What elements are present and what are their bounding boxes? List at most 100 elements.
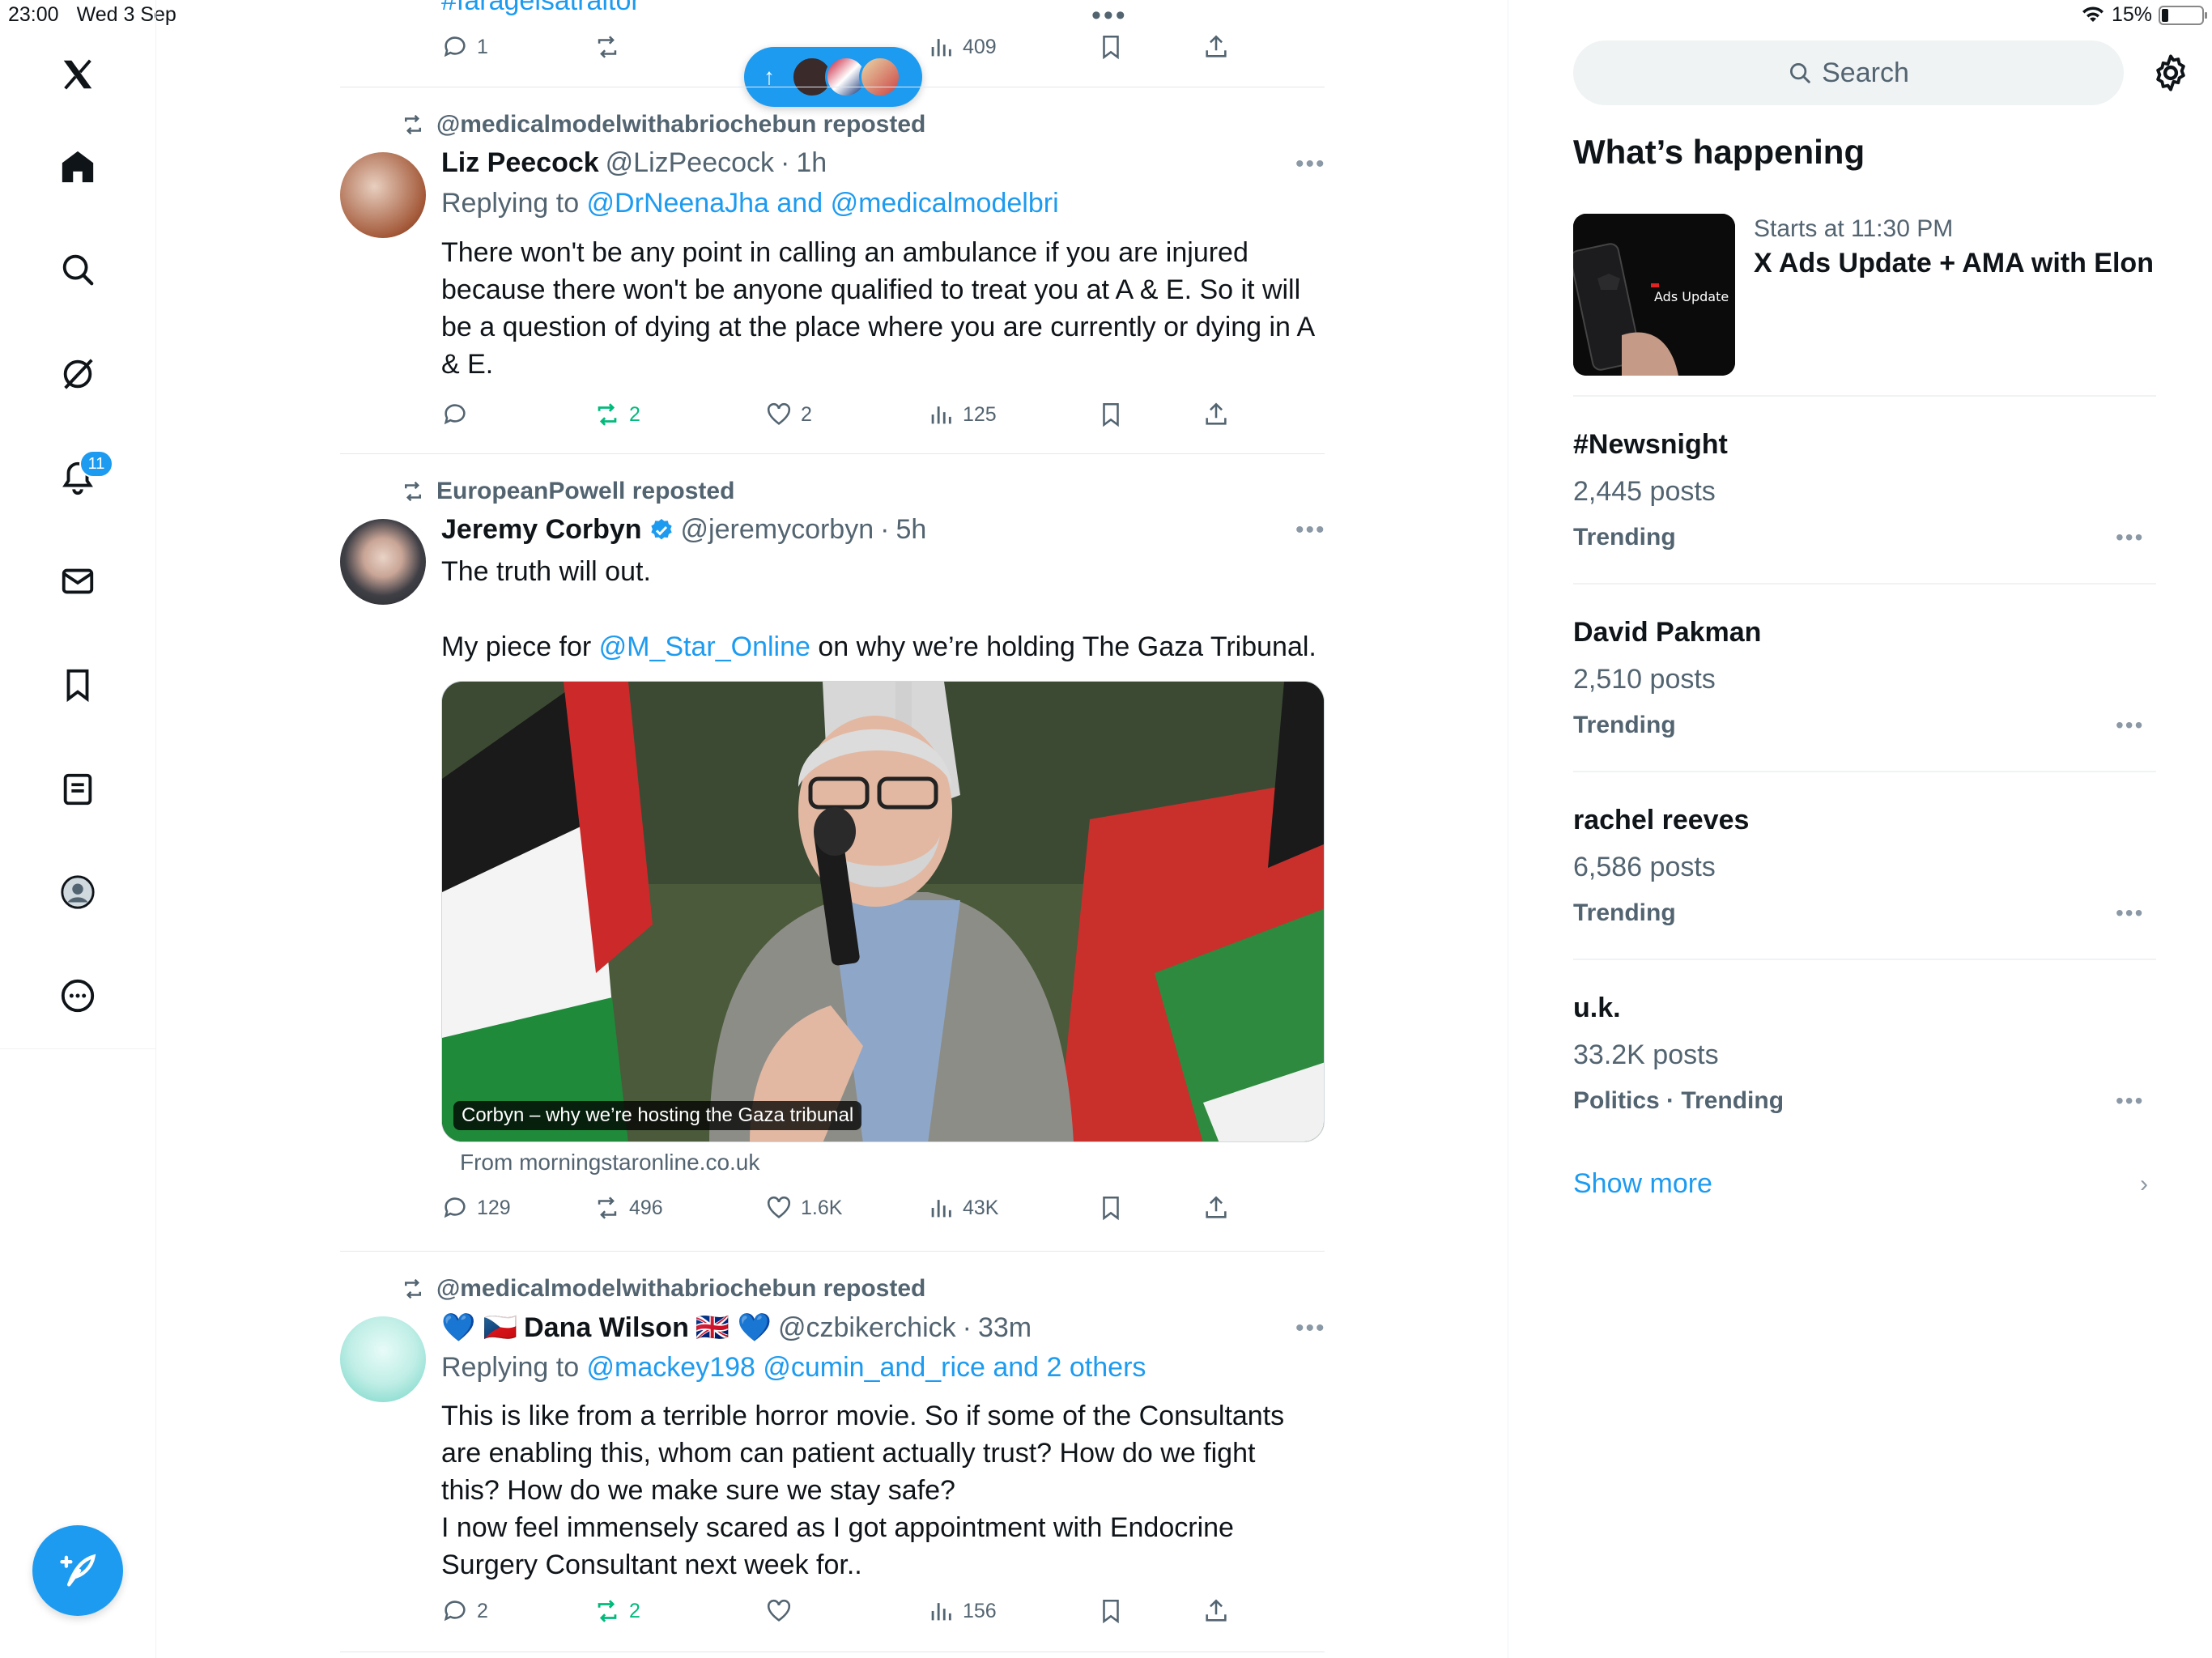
trend-category: Politics · Trending — [1573, 1087, 1784, 1114]
reply-button[interactable]: 2 — [441, 1593, 488, 1629]
card-source[interactable]: From morningstaronline.co.uk — [460, 1150, 759, 1175]
trend-more-dots-icon[interactable]: ••• — [2116, 712, 2144, 738]
replying-to-links[interactable]: @mackey198 @cumin_and_rice and 2 others — [587, 1352, 1146, 1383]
views-chart-icon — [931, 1200, 951, 1218]
repost-attribution: @medicalmodelwithabriochebun reposted — [401, 1275, 925, 1303]
author-handle[interactable]: @jeremycorbyn — [681, 514, 874, 546]
avatar[interactable] — [340, 152, 426, 238]
trend-category: Trending — [1573, 524, 1676, 551]
post-time: 1h — [796, 147, 827, 178]
text-post: on why we’re holding The Gaza Tribunal. — [810, 631, 1317, 662]
right-sidebar: Search What’s happening Ads Update Start… — [1508, 0, 2212, 1658]
trend-count: 2,510 posts — [1573, 664, 1716, 695]
reply-count: 129 — [477, 1196, 511, 1219]
link-card-image[interactable]: Corbyn – why we’re hosting the Gaza trib… — [441, 681, 1325, 1142]
more-dots-icon[interactable]: ••• — [1295, 1315, 1326, 1342]
show-more-link[interactable]: Show more — [1573, 1168, 1712, 1200]
repost-by-text: @medicalmodelwithabriochebun reposted — [436, 1275, 926, 1302]
views-chart-icon — [931, 406, 951, 424]
trend-category: Trending — [1573, 712, 1676, 738]
replying-to-links[interactable]: @DrNeenaJha and @medicalmodelbri — [587, 188, 1059, 219]
lists-icon[interactable] — [53, 765, 102, 814]
author-name[interactable]: Jeremy Corbyn — [441, 514, 642, 546]
share-button[interactable] — [1202, 1190, 1230, 1226]
compose-post-button[interactable] — [32, 1525, 123, 1616]
home-icon[interactable] — [53, 142, 102, 191]
share-button[interactable] — [1202, 1593, 1230, 1629]
trend-more-dots-icon[interactable]: ••• — [2116, 525, 2144, 551]
bookmark-icon — [1103, 1196, 1119, 1221]
partial-hashtag[interactable]: #faragelsatraitor — [441, 0, 640, 17]
more-dots-icon[interactable]: ••• — [1295, 517, 1326, 544]
x-logo-icon[interactable] — [53, 50, 102, 99]
repost-icon — [598, 403, 617, 426]
views-button[interactable]: 409 — [927, 29, 997, 65]
views-button[interactable]: 43K — [927, 1190, 998, 1226]
repost-button[interactable]: 496 — [593, 1190, 663, 1226]
photo-flags-speaker — [442, 682, 1324, 1141]
messages-envelope-icon[interactable] — [53, 557, 102, 606]
post-time: 5h — [895, 514, 927, 545]
separator-dot: · — [962, 1312, 972, 1343]
views-button[interactable]: 156 — [927, 1593, 997, 1629]
replying-to-line: Replying to @mackey198 @cumin_and_rice a… — [441, 1352, 1146, 1384]
more-dots-icon[interactable]: ••• — [1295, 151, 1326, 178]
bookmark-button[interactable] — [1097, 1190, 1125, 1226]
separator-dot: · — [781, 147, 790, 178]
search-input[interactable]: Search — [1573, 40, 2124, 105]
repost-button[interactable]: 2 — [593, 397, 640, 432]
settings-gear-icon[interactable] — [2150, 52, 2192, 94]
like-button[interactable]: 1.6K — [765, 1190, 842, 1226]
tweet-text-line2: My piece for @M_Star_Online on why we’re… — [441, 628, 1332, 665]
repost-button[interactable]: 2 — [593, 1593, 640, 1629]
trend-name: rachel reeves — [1573, 805, 1750, 835]
trend-count: 2,445 posts — [1573, 476, 1716, 507]
avatar[interactable] — [340, 519, 426, 605]
bookmarks-icon[interactable] — [53, 661, 102, 709]
share-icon — [1206, 402, 1227, 425]
share-button[interactable] — [1202, 29, 1230, 65]
avatar[interactable] — [340, 1316, 426, 1402]
left-navigation: 11 — [0, 0, 156, 1658]
mention-link[interactable]: @M_Star_Online — [599, 631, 810, 662]
more-options-icon[interactable] — [53, 971, 102, 1020]
profile-avatar-icon[interactable] — [53, 868, 102, 916]
tweet-text: There won't be any point in calling an a… — [441, 237, 1314, 380]
reply-button[interactable] — [441, 397, 469, 432]
repost-count: 2 — [629, 1599, 640, 1622]
divider — [1573, 583, 2156, 585]
bookmark-button[interactable] — [1097, 29, 1125, 65]
author-line: 💙 🇨🇿 Dana Wilson 🇬🇧 💙 @czbikerchick · 33… — [441, 1312, 1032, 1344]
trend-more-dots-icon[interactable]: ••• — [2116, 900, 2144, 926]
like-button[interactable] — [765, 1593, 793, 1629]
repost-button[interactable] — [593, 29, 621, 65]
tweet-text-continued: I now feel immensely scared as I got app… — [441, 1512, 1234, 1580]
bookmark-button[interactable] — [1097, 1593, 1125, 1629]
author-line: Jeremy Corbyn @jeremycorbyn · 5h — [441, 514, 926, 546]
event-start-time: Starts at 11:30 PM — [1754, 215, 1954, 242]
author-handle[interactable]: @LizPeecock — [606, 147, 774, 179]
search-icon[interactable] — [53, 245, 102, 294]
like-button[interactable]: 2 — [765, 397, 812, 432]
author-name[interactable]: Dana Wilson — [524, 1312, 689, 1344]
tweet-actions: 129 496 1.6K 43K — [441, 1190, 1251, 1226]
grok-icon[interactable] — [53, 350, 102, 398]
author-handle[interactable]: @czbikerchick — [778, 1312, 956, 1344]
reply-button[interactable]: 1 — [441, 29, 488, 65]
trend-more-dots-icon[interactable]: ••• — [2116, 1088, 2144, 1114]
divider — [340, 453, 1325, 454]
repost-icon — [598, 1197, 617, 1219]
share-button[interactable] — [1202, 397, 1230, 432]
repost-attribution: @medicalmodelwithabriochebun reposted — [401, 111, 925, 138]
timeline: #faragelsatraitor ••• 1 409 ↑ @medicalmo… — [156, 0, 1508, 1658]
bookmark-button[interactable] — [1097, 397, 1125, 432]
tweet-text-line1: The truth will out. — [441, 556, 651, 587]
author-name[interactable]: Liz Peecock — [441, 147, 599, 179]
trend-name: #Newsnight — [1573, 429, 1728, 460]
views-button[interactable]: 125 — [927, 397, 997, 432]
separator-dot: · — [880, 514, 890, 545]
divider — [1573, 395, 2156, 397]
new-posts-pill[interactable]: ↑ — [744, 47, 922, 107]
top-more-dots-icon[interactable]: ••• — [1091, 0, 1128, 32]
reply-button[interactable]: 129 — [441, 1190, 511, 1226]
